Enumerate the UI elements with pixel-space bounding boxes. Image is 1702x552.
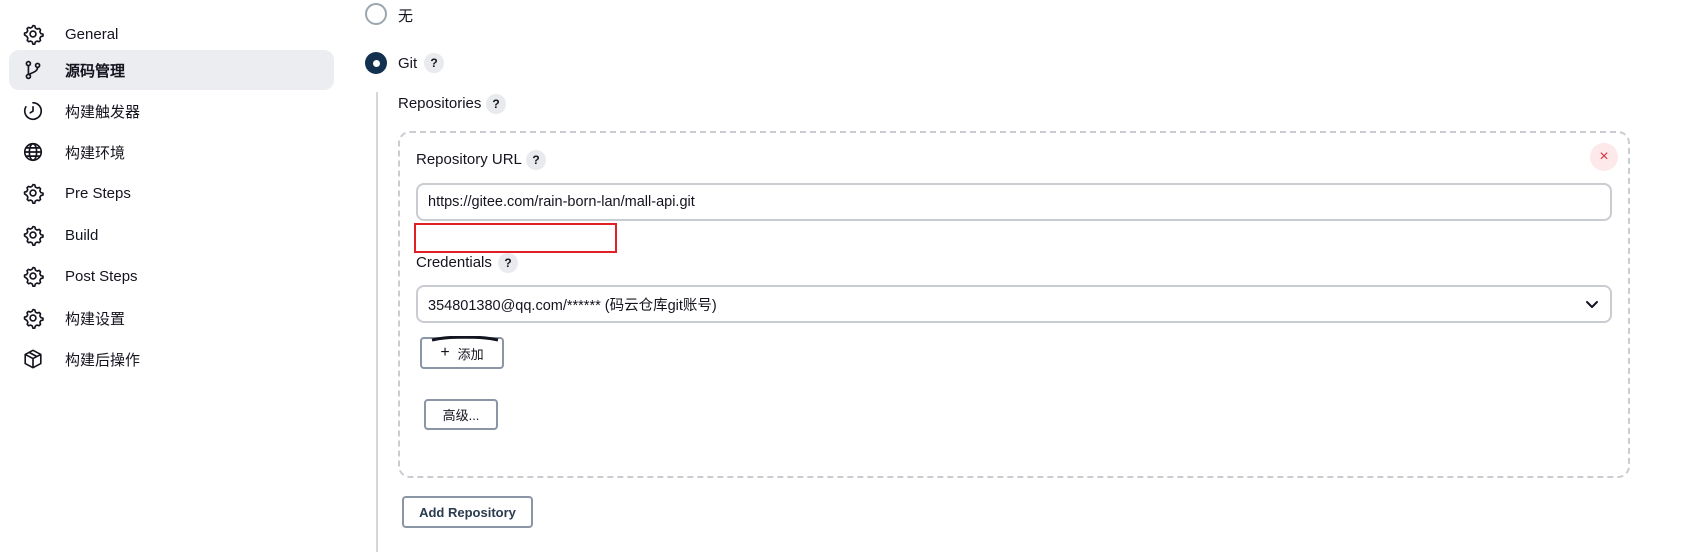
sidebar-item-label: 源码管理 [65,62,126,80]
radio-git[interactable] [365,52,387,74]
sidebar-item-label: 构建触发器 [65,103,141,121]
credentials-select-value: 354801380@qq.com/****** (码云仓库git账号) [428,297,717,314]
add-credentials-button[interactable]: + 添加 [420,336,504,369]
clock-icon [21,99,45,123]
gear-icon [21,223,45,247]
branch-icon [21,58,45,82]
credentials-select[interactable]: 354801380@qq.com/****** (码云仓库git账号) [416,285,1612,323]
sidebar-item-post-build[interactable]: 构建后操作 [9,339,334,379]
sidebar-item-pre-steps[interactable]: Pre Steps [9,173,334,213]
radio-none-label: 无 [398,8,414,25]
repositories-label: Repositories [398,95,482,112]
sidebar-item-label: 构建设置 [65,310,126,328]
add-repository-button[interactable]: Add Repository [402,496,533,528]
repository-url-label: Repository URL [416,151,522,168]
advanced-button[interactable]: 高级... [424,399,498,430]
git-help-icon[interactable]: ? [424,53,444,73]
chevron-down-icon [1584,296,1600,312]
git-section-divider [376,92,378,552]
sidebar-item-label: Pre Steps [65,184,131,202]
radio-none[interactable] [365,3,387,25]
credentials-help-icon[interactable]: ? [498,253,518,273]
sidebar-item-label: General [65,25,119,43]
sidebar-item-scm[interactable]: 源码管理 [9,50,334,90]
repositories-help-icon[interactable]: ? [486,94,506,114]
gear-icon [21,306,45,330]
sidebar-item-post-steps[interactable]: Post Steps [9,256,334,296]
scribble-mark [431,336,499,342]
close-icon[interactable]: × [1590,143,1618,171]
repository-url-input[interactable]: https://gitee.com/rain-born-lan/mall-api… [416,183,1612,221]
add-repository-label: Add Repository [419,504,516,520]
gear-icon [21,264,45,288]
highlight-box [414,223,617,253]
sidebar-item-label: Build [65,226,99,244]
plus-icon: + [440,344,450,361]
sidebar-item-label: 构建环境 [65,144,126,162]
gear-icon [21,181,45,205]
cube-icon [21,347,45,371]
sidebar: General 源码管理 构建触发器 构建环境 Pre Steps Build [0,0,340,552]
sidebar-item-label: Post Steps [65,267,138,285]
gear-icon [21,22,45,46]
add-credentials-label: 添加 [457,346,484,362]
sidebar-item-triggers[interactable]: 构建触发器 [9,91,334,131]
advanced-button-label: 高级... [442,408,480,423]
sidebar-item-build[interactable]: Build [9,215,334,255]
globe-icon [21,140,45,164]
sidebar-item-label: 构建后操作 [65,351,141,369]
repository-url-help-icon[interactable]: ? [526,150,546,170]
sidebar-item-general[interactable]: General [9,14,334,54]
sidebar-item-build-settings[interactable]: 构建设置 [9,298,334,338]
credentials-label: Credentials [416,254,492,271]
sidebar-item-environment[interactable]: 构建环境 [9,132,334,172]
radio-git-label: Git [398,55,418,72]
